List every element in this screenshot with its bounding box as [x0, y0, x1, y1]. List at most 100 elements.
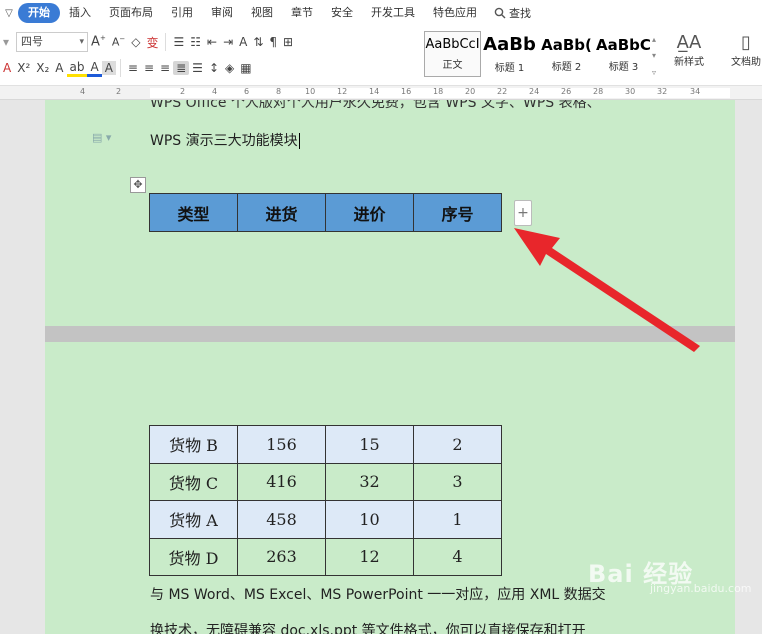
shrink-font-icon[interactable]: A−: [109, 35, 128, 49]
tab-security[interactable]: 安全: [322, 3, 362, 23]
document-icon: ▯: [741, 32, 751, 53]
table-row: 货物 D 263 12 4: [149, 537, 502, 576]
chevron-down-icon[interactable]: ▾: [652, 51, 662, 60]
table-cell[interactable]: 416: [237, 462, 326, 501]
horizontal-ruler[interactable]: 4 2 2 4 6 8 10 12 14 16 18 20 22 24 26 2…: [0, 86, 762, 100]
shading-icon[interactable]: ◈: [222, 61, 237, 75]
style-heading-1[interactable]: AaBb 标题 1: [481, 31, 538, 77]
char-shading-icon[interactable]: A: [101, 61, 116, 75]
ruler-number: 12: [337, 87, 348, 96]
distributed-icon[interactable]: ☰: [189, 61, 206, 75]
align-right-icon[interactable]: ≡: [157, 61, 173, 75]
ruler-number: 32: [657, 87, 668, 96]
style-gallery-scroll[interactable]: ▴ ▾ ▿: [652, 31, 662, 81]
table-move-handle-icon[interactable]: ✥: [130, 177, 146, 193]
table-cell[interactable]: 4: [413, 537, 502, 576]
decrease-indent-icon[interactable]: ⇤: [204, 35, 220, 49]
align-left-icon[interactable]: ≡: [125, 61, 141, 75]
chevron-up-icon[interactable]: ▴: [652, 35, 662, 44]
tab-sections[interactable]: 章节: [282, 3, 322, 23]
table-header-cell[interactable]: 序号: [413, 193, 502, 232]
body-paragraph-line[interactable]: 换技术，无障碍兼容 doc.xls.ppt 等文件格式，你可以直接保存和打开: [150, 620, 586, 634]
font-name-dropdown-tail[interactable]: ▾: [0, 35, 12, 49]
grow-font-icon[interactable]: A+: [88, 34, 109, 49]
style-heading-3[interactable]: AaBbC( 标题 3: [595, 31, 652, 77]
tab-developer[interactable]: 开发工具: [362, 3, 424, 23]
font-color-icon[interactable]: A: [87, 60, 102, 77]
tab-page-layout[interactable]: 页面布局: [100, 3, 162, 23]
body-text-line[interactable]: WPS 演示三大功能模块: [150, 130, 300, 150]
collapse-ribbon-icon[interactable]: ▽: [0, 8, 18, 19]
line-spacing-icon[interactable]: ↕: [206, 61, 222, 75]
text-effect-icon[interactable]: A: [52, 61, 66, 75]
paragraph-handle-icon[interactable]: ▤ ▾: [92, 131, 111, 144]
table-header-cell[interactable]: 进货: [237, 193, 326, 232]
table-cell[interactable]: 156: [237, 425, 326, 464]
ruler-number: 30: [625, 87, 636, 96]
bullet-list-icon[interactable]: ☰: [170, 35, 187, 49]
table-cell[interactable]: 32: [325, 462, 414, 501]
header-table[interactable]: 类型 进货 进价 序号: [149, 193, 502, 232]
table-header-cell[interactable]: 进价: [325, 193, 414, 232]
more-icon[interactable]: ▿: [652, 68, 662, 77]
table-cell[interactable]: 货物 D: [149, 537, 238, 576]
ruler-number: 16: [401, 87, 412, 96]
sort-icon[interactable]: ⇅: [250, 35, 266, 49]
tab-review[interactable]: 审阅: [202, 3, 242, 23]
ribbon-toolbar: ▾ 四号 ▾ A+ A− ◇ 变 ☰ ☷ ⇤ ⇥ A ⇅ ¶ ⊞ A X² X₂…: [0, 26, 762, 86]
new-style-button[interactable]: A̲A 新样式: [666, 32, 712, 80]
data-table[interactable]: 货物 B 156 15 2 货物 C 416 32 3 货物 A 458 10 …: [149, 425, 502, 576]
style-sample: AaBb(: [541, 35, 592, 54]
table-cell[interactable]: 458: [237, 500, 326, 539]
table-cell[interactable]: 3: [413, 462, 502, 501]
font-size-dropdown[interactable]: 四号 ▾: [16, 32, 89, 52]
strikethrough-icon[interactable]: A: [0, 61, 14, 75]
tab-home[interactable]: 开始: [18, 3, 60, 23]
table-cell[interactable]: 10: [325, 500, 414, 539]
doc-assistant-button[interactable]: ▯ 文档助: [724, 32, 762, 80]
ruler-number: 20: [465, 87, 476, 96]
table-cell[interactable]: 263: [237, 537, 326, 576]
phonetic-guide-icon[interactable]: 变: [143, 34, 161, 51]
ruler-number: 2: [116, 87, 122, 96]
clear-format-icon[interactable]: ◇: [128, 35, 143, 49]
ruler-number: 26: [561, 87, 572, 96]
justify-icon[interactable]: ≣: [173, 61, 190, 75]
increase-indent-icon[interactable]: ⇥: [220, 35, 236, 49]
divider: [119, 59, 121, 77]
table-cell[interactable]: 货物 C: [149, 462, 238, 501]
tab-special-features[interactable]: 特色应用: [424, 3, 486, 23]
table-cell[interactable]: 货物 A: [149, 500, 238, 539]
tab-references[interactable]: 引用: [162, 3, 202, 23]
borders-icon[interactable]: ⊞: [280, 35, 296, 49]
body-paragraph-line[interactable]: 与 MS Word、MS Excel、MS PowerPoint 一一对应，应用…: [150, 584, 606, 604]
numbered-list-icon[interactable]: ☷: [187, 35, 204, 49]
table-row: 货物 A 458 10 1: [149, 500, 502, 539]
tab-insert[interactable]: 插入: [60, 3, 100, 23]
table-header-row: 类型 进货 进价 序号: [149, 193, 502, 232]
show-marks-icon[interactable]: ¶: [266, 35, 280, 49]
table-header-cell[interactable]: 类型: [149, 193, 238, 232]
search-label: 查找: [509, 7, 531, 20]
add-column-button[interactable]: +: [514, 200, 532, 226]
subscript-icon[interactable]: X₂: [33, 61, 52, 75]
table-cell[interactable]: 货物 B: [149, 425, 238, 464]
style-sample: AaBbCcI: [425, 37, 480, 52]
text-effects-icon[interactable]: A: [236, 35, 250, 49]
table-cell[interactable]: 15: [325, 425, 414, 464]
ruler-number: 28: [593, 87, 604, 96]
align-center-icon[interactable]: ≡: [141, 61, 157, 75]
font-size-value: 四号: [21, 35, 44, 48]
highlight-icon[interactable]: ab: [66, 60, 88, 77]
ruler-number: 22: [497, 87, 508, 96]
table-cell[interactable]: 1: [413, 500, 502, 539]
table-cell[interactable]: 12: [325, 537, 414, 576]
border-icon[interactable]: ▦: [237, 61, 254, 75]
style-normal[interactable]: AaBbCcI 正文: [424, 31, 481, 77]
search-button[interactable]: 查找: [486, 5, 531, 21]
ruler-number: 6: [244, 87, 250, 96]
tab-view[interactable]: 视图: [242, 3, 282, 23]
style-heading-2[interactable]: AaBb( 标题 2: [538, 31, 595, 77]
table-cell[interactable]: 2: [413, 425, 502, 464]
superscript-icon[interactable]: X²: [14, 61, 33, 75]
